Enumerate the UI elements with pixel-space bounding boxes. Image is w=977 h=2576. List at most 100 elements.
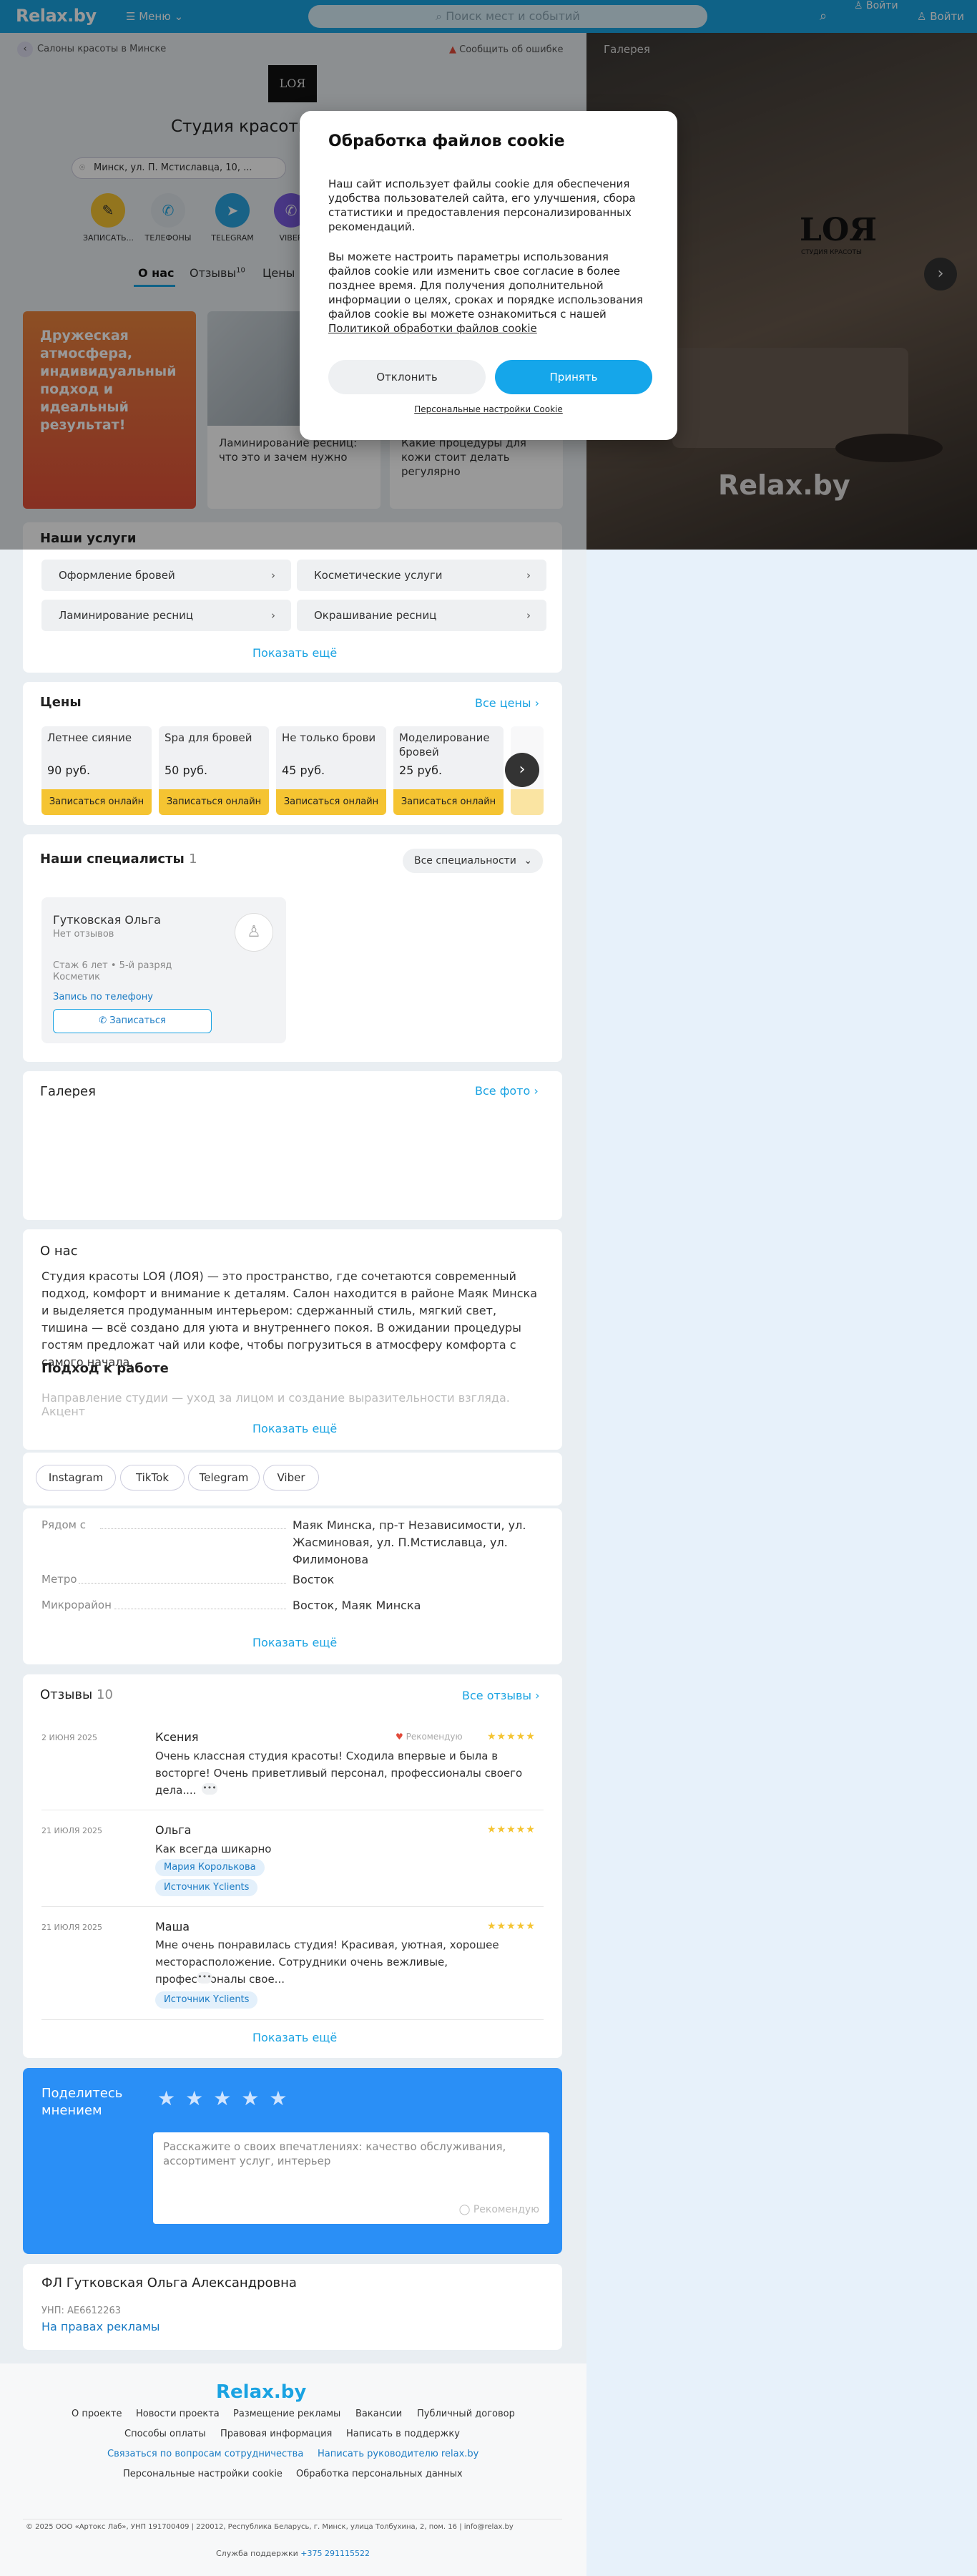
chevron-right-icon: › bbox=[526, 569, 531, 582]
footer-link[interactable]: О проекте bbox=[72, 2409, 122, 2419]
support-phone-link[interactable]: +375 291115522 bbox=[300, 2549, 370, 2558]
all-prices-link[interactable]: Все цены › bbox=[475, 696, 539, 710]
divider bbox=[41, 1906, 544, 1907]
service-item[interactable]: Окрашивание ресниц › bbox=[297, 600, 546, 631]
show-more-info[interactable]: Показать ещё bbox=[252, 1636, 337, 1649]
footer-link[interactable]: Персональные настройки cookie bbox=[123, 2469, 283, 2479]
chevron-down-icon: ⌄ bbox=[524, 855, 533, 867]
footer-link[interactable]: Правовая информация bbox=[220, 2429, 332, 2439]
book-online-button[interactable]: Записаться онлайн bbox=[159, 789, 269, 815]
accept-button[interactable]: Принять bbox=[495, 360, 652, 394]
phone-booking-link[interactable]: Запись по телефону bbox=[53, 992, 153, 1002]
carousel-next-button[interactable]: › bbox=[505, 753, 539, 787]
book-online-button[interactable]: Записаться онлайн bbox=[393, 789, 504, 815]
review-date: 21 ИЮЛЯ 2025 bbox=[41, 1923, 103, 1932]
service-item[interactable]: Ламинирование ресниц › bbox=[41, 600, 291, 631]
review-text: Как всегда шикарно bbox=[155, 1843, 272, 1855]
recommend-badge: ♥ Рекомендую bbox=[396, 1732, 463, 1742]
footer-logo[interactable]: Relax.by bbox=[216, 2381, 306, 2403]
specialty-filter[interactable]: Все специальности ⌄ bbox=[403, 849, 543, 873]
divider bbox=[41, 2019, 544, 2020]
support-line: Служба поддержки +375 291115522 bbox=[216, 2549, 370, 2558]
review-date: 21 ИЮЛЯ 2025 bbox=[41, 1826, 103, 1835]
share-title: Поделитесь мнением bbox=[41, 2086, 123, 2118]
info-value: Маяк Минска, пр-т Независимости, ул. Жас… bbox=[293, 1518, 526, 1566]
telegram-link[interactable]: Telegram bbox=[188, 1465, 260, 1491]
review-text: Мне очень понравилась студия! Красивая, … bbox=[155, 1938, 499, 1986]
footer-link[interactable]: Вакансии bbox=[355, 2409, 402, 2419]
dotted-leader bbox=[100, 1528, 286, 1529]
review-author: Ксения bbox=[155, 1730, 199, 1744]
tiktok-link[interactable]: TikTok bbox=[120, 1465, 185, 1491]
copyright: © 2025 ООО «Артокс Лаб», УНП 191700409 |… bbox=[26, 2523, 514, 2531]
modal-title: Обработка файлов cookie bbox=[328, 132, 565, 150]
info-label: Микрорайон bbox=[41, 1599, 112, 1611]
footer-link[interactable]: Размещение рекламы bbox=[233, 2409, 340, 2419]
review-author: Ольга bbox=[155, 1823, 192, 1837]
footer-link[interactable]: Новости проекта bbox=[136, 2409, 220, 2419]
avatar: ♙ bbox=[235, 913, 273, 952]
heart-icon: ♥ bbox=[396, 1732, 403, 1742]
share-opinion-section: Поделитесь мнением ★★★★★ Расскажите о св… bbox=[23, 2068, 562, 2254]
legal-unp: УНП: AE6612263 bbox=[41, 2306, 121, 2316]
source-chip: Источник Yclients bbox=[155, 1879, 258, 1896]
price-card[interactable]: Моделирование бровей 25 руб. Записаться он… bbox=[393, 726, 504, 815]
viber-link[interactable]: Viber bbox=[263, 1465, 319, 1491]
show-more-services[interactable]: Показать ещё bbox=[252, 646, 337, 660]
footer-link[interactable]: Способы оплаты bbox=[124, 2429, 206, 2439]
footer-link[interactable]: Написать в поддержку bbox=[346, 2429, 460, 2439]
footer-link[interactable]: Связаться по вопросам сотрудничества bbox=[107, 2449, 303, 2459]
advertising-notice[interactable]: На правах рекламы bbox=[41, 2320, 160, 2333]
review-author: Маша bbox=[155, 1920, 190, 1933]
section-title: Наши специалисты 1 bbox=[40, 852, 197, 867]
review-date: 2 ИЮНЯ 2025 bbox=[41, 1733, 98, 1742]
footer-link[interactable]: Написать руководителю relax.by bbox=[318, 2449, 478, 2459]
legal-name: ФЛ Гутковская Ольга Александровна bbox=[41, 2275, 297, 2290]
decline-button[interactable]: Отклонить bbox=[328, 360, 486, 394]
about-text-faded: Направление студии — уход за лицом и соз… bbox=[41, 1391, 510, 1418]
info-value: Восток bbox=[293, 1573, 335, 1586]
info-label: Метро bbox=[41, 1573, 77, 1586]
review-textarea[interactable]: Расскажите о своих впечатлениях: качеств… bbox=[153, 2132, 549, 2224]
all-photos-link[interactable]: Все фото › bbox=[475, 1084, 539, 1098]
section-title: О нас bbox=[40, 1244, 78, 1259]
rating-input-stars[interactable]: ★★★★★ bbox=[157, 2087, 298, 2110]
book-online-button[interactable]: Записаться онлайн bbox=[41, 789, 152, 815]
about-subtitle: Подход к работе bbox=[41, 1361, 169, 1376]
show-more-about[interactable]: Показать ещё bbox=[252, 1422, 337, 1435]
specialist-card[interactable]: Гутковская Ольга Нет отзывов ♙ Стаж 6 ле… bbox=[41, 897, 286, 1043]
source-chip: Источник Yclients bbox=[155, 1991, 258, 2009]
service-item[interactable]: Оформление бровей › bbox=[41, 560, 291, 591]
section-title: Цены bbox=[40, 695, 82, 710]
price-card[interactable]: Летнее сияние 90 руб. Записаться онлайн bbox=[41, 726, 152, 815]
footer-link[interactable]: Обработка персональных данных bbox=[296, 2469, 463, 2479]
cookie-settings-link[interactable]: Персональные настройки Cookie bbox=[300, 404, 677, 414]
instagram-link[interactable]: Instagram bbox=[36, 1465, 116, 1491]
expand-review-button[interactable]: ••• bbox=[202, 1783, 217, 1795]
dotted-leader bbox=[79, 1583, 286, 1584]
chevron-right-icon: › bbox=[271, 609, 275, 622]
book-online-button[interactable]: Записаться онлайн bbox=[276, 789, 386, 815]
book-specialist-button[interactable]: ✆ Записаться bbox=[53, 1009, 212, 1033]
all-reviews-link[interactable]: Все отзывы › bbox=[462, 1689, 540, 1702]
show-more-reviews[interactable]: Показать ещё bbox=[252, 2031, 337, 2044]
reviews-section: Отзывы 10 bbox=[23, 1674, 562, 2058]
cookie-text: Наш сайт использует файлы cookie для обе… bbox=[328, 177, 636, 233]
expand-review-button[interactable]: ••• bbox=[197, 1972, 212, 1984]
price-card[interactable]: Spa для бровей 50 руб. Записаться онлайн bbox=[159, 726, 269, 815]
price-card[interactable]: Не только брови 45 руб. Записаться онлайн bbox=[276, 726, 386, 815]
rating-stars: ★★★★★ bbox=[487, 1824, 536, 1835]
cookie-text: Вы можете настроить параметры использова… bbox=[328, 250, 643, 335]
about-text: Студия красоты LOЯ (ЛОЯ) — это пространс… bbox=[41, 1269, 537, 1369]
specialist-chip[interactable]: Мария Королькова bbox=[155, 1859, 265, 1876]
phone-icon: ✆ bbox=[99, 1015, 107, 1026]
service-item[interactable]: Косметические услуги › bbox=[297, 560, 546, 591]
info-label: Рядом с bbox=[41, 1518, 86, 1531]
footer-link[interactable]: Публичный договор bbox=[417, 2409, 515, 2419]
chevron-right-icon: › bbox=[271, 569, 275, 582]
recommend-checkbox[interactable]: ◯ Рекомендую bbox=[459, 2202, 539, 2217]
chevron-right-icon: › bbox=[519, 761, 526, 779]
cookie-policy-link[interactable]: Политикой обработки файлов cookie bbox=[328, 322, 537, 335]
rating-stars: ★★★★★ bbox=[487, 1731, 536, 1742]
cookie-modal: Обработка файлов cookie Наш сайт использ… bbox=[300, 111, 677, 440]
